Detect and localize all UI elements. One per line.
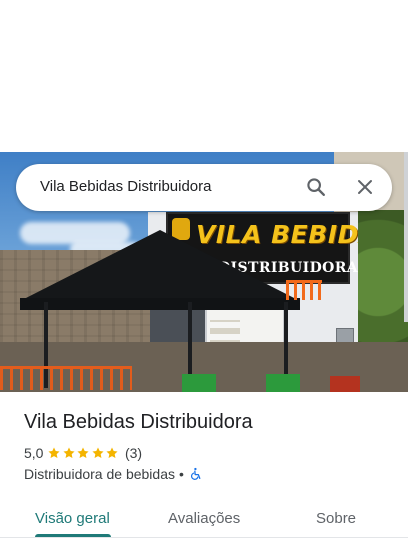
close-button[interactable] (350, 172, 380, 202)
star-icon (77, 447, 90, 459)
photo-fence (0, 366, 132, 390)
photo-crate (182, 374, 216, 392)
place-info-panel: Vila Bebidas Distribuidora 5,0 (3) Distr… (0, 392, 408, 544)
photo-tent-skirt (20, 298, 300, 310)
blank-top-area (0, 0, 408, 152)
category-row: Distribuidora de bebidas • (24, 465, 203, 483)
photo-crate (266, 374, 300, 392)
side-edge (404, 152, 408, 322)
close-icon (358, 180, 372, 194)
tab-about[interactable]: Sobre (316, 510, 356, 527)
place-tabs: Visão geral Avaliações Sobre (0, 496, 408, 540)
separator-dot: • (178, 466, 184, 482)
photo-fence (286, 280, 322, 300)
star-icon (48, 447, 61, 459)
search-input[interactable]: Vila Bebidas Distribuidora (40, 178, 211, 195)
rating-row[interactable]: 5,0 (3) (24, 444, 142, 462)
tabs-divider (0, 537, 408, 538)
place-category[interactable]: Distribuidora de bebidas (24, 466, 175, 482)
wheelchair-icon[interactable] (189, 467, 203, 481)
star-icon (92, 447, 104, 459)
search-button[interactable] (301, 172, 331, 202)
star-icon (63, 447, 75, 459)
search-bar[interactable]: Vila Bebidas Distribuidora (16, 164, 392, 211)
photo-crate (330, 376, 360, 392)
tab-reviews[interactable]: Avaliações (168, 510, 240, 527)
photo-tent-roof (22, 230, 298, 300)
search-icon (307, 178, 325, 196)
rating-value: 5,0 (24, 445, 44, 461)
tab-overview[interactable]: Visão geral (35, 510, 110, 527)
star-rating (47, 446, 120, 460)
star-icon (106, 447, 119, 459)
place-title: Vila Bebidas Distribuidora (24, 411, 253, 433)
review-count[interactable]: (3) (125, 445, 142, 461)
